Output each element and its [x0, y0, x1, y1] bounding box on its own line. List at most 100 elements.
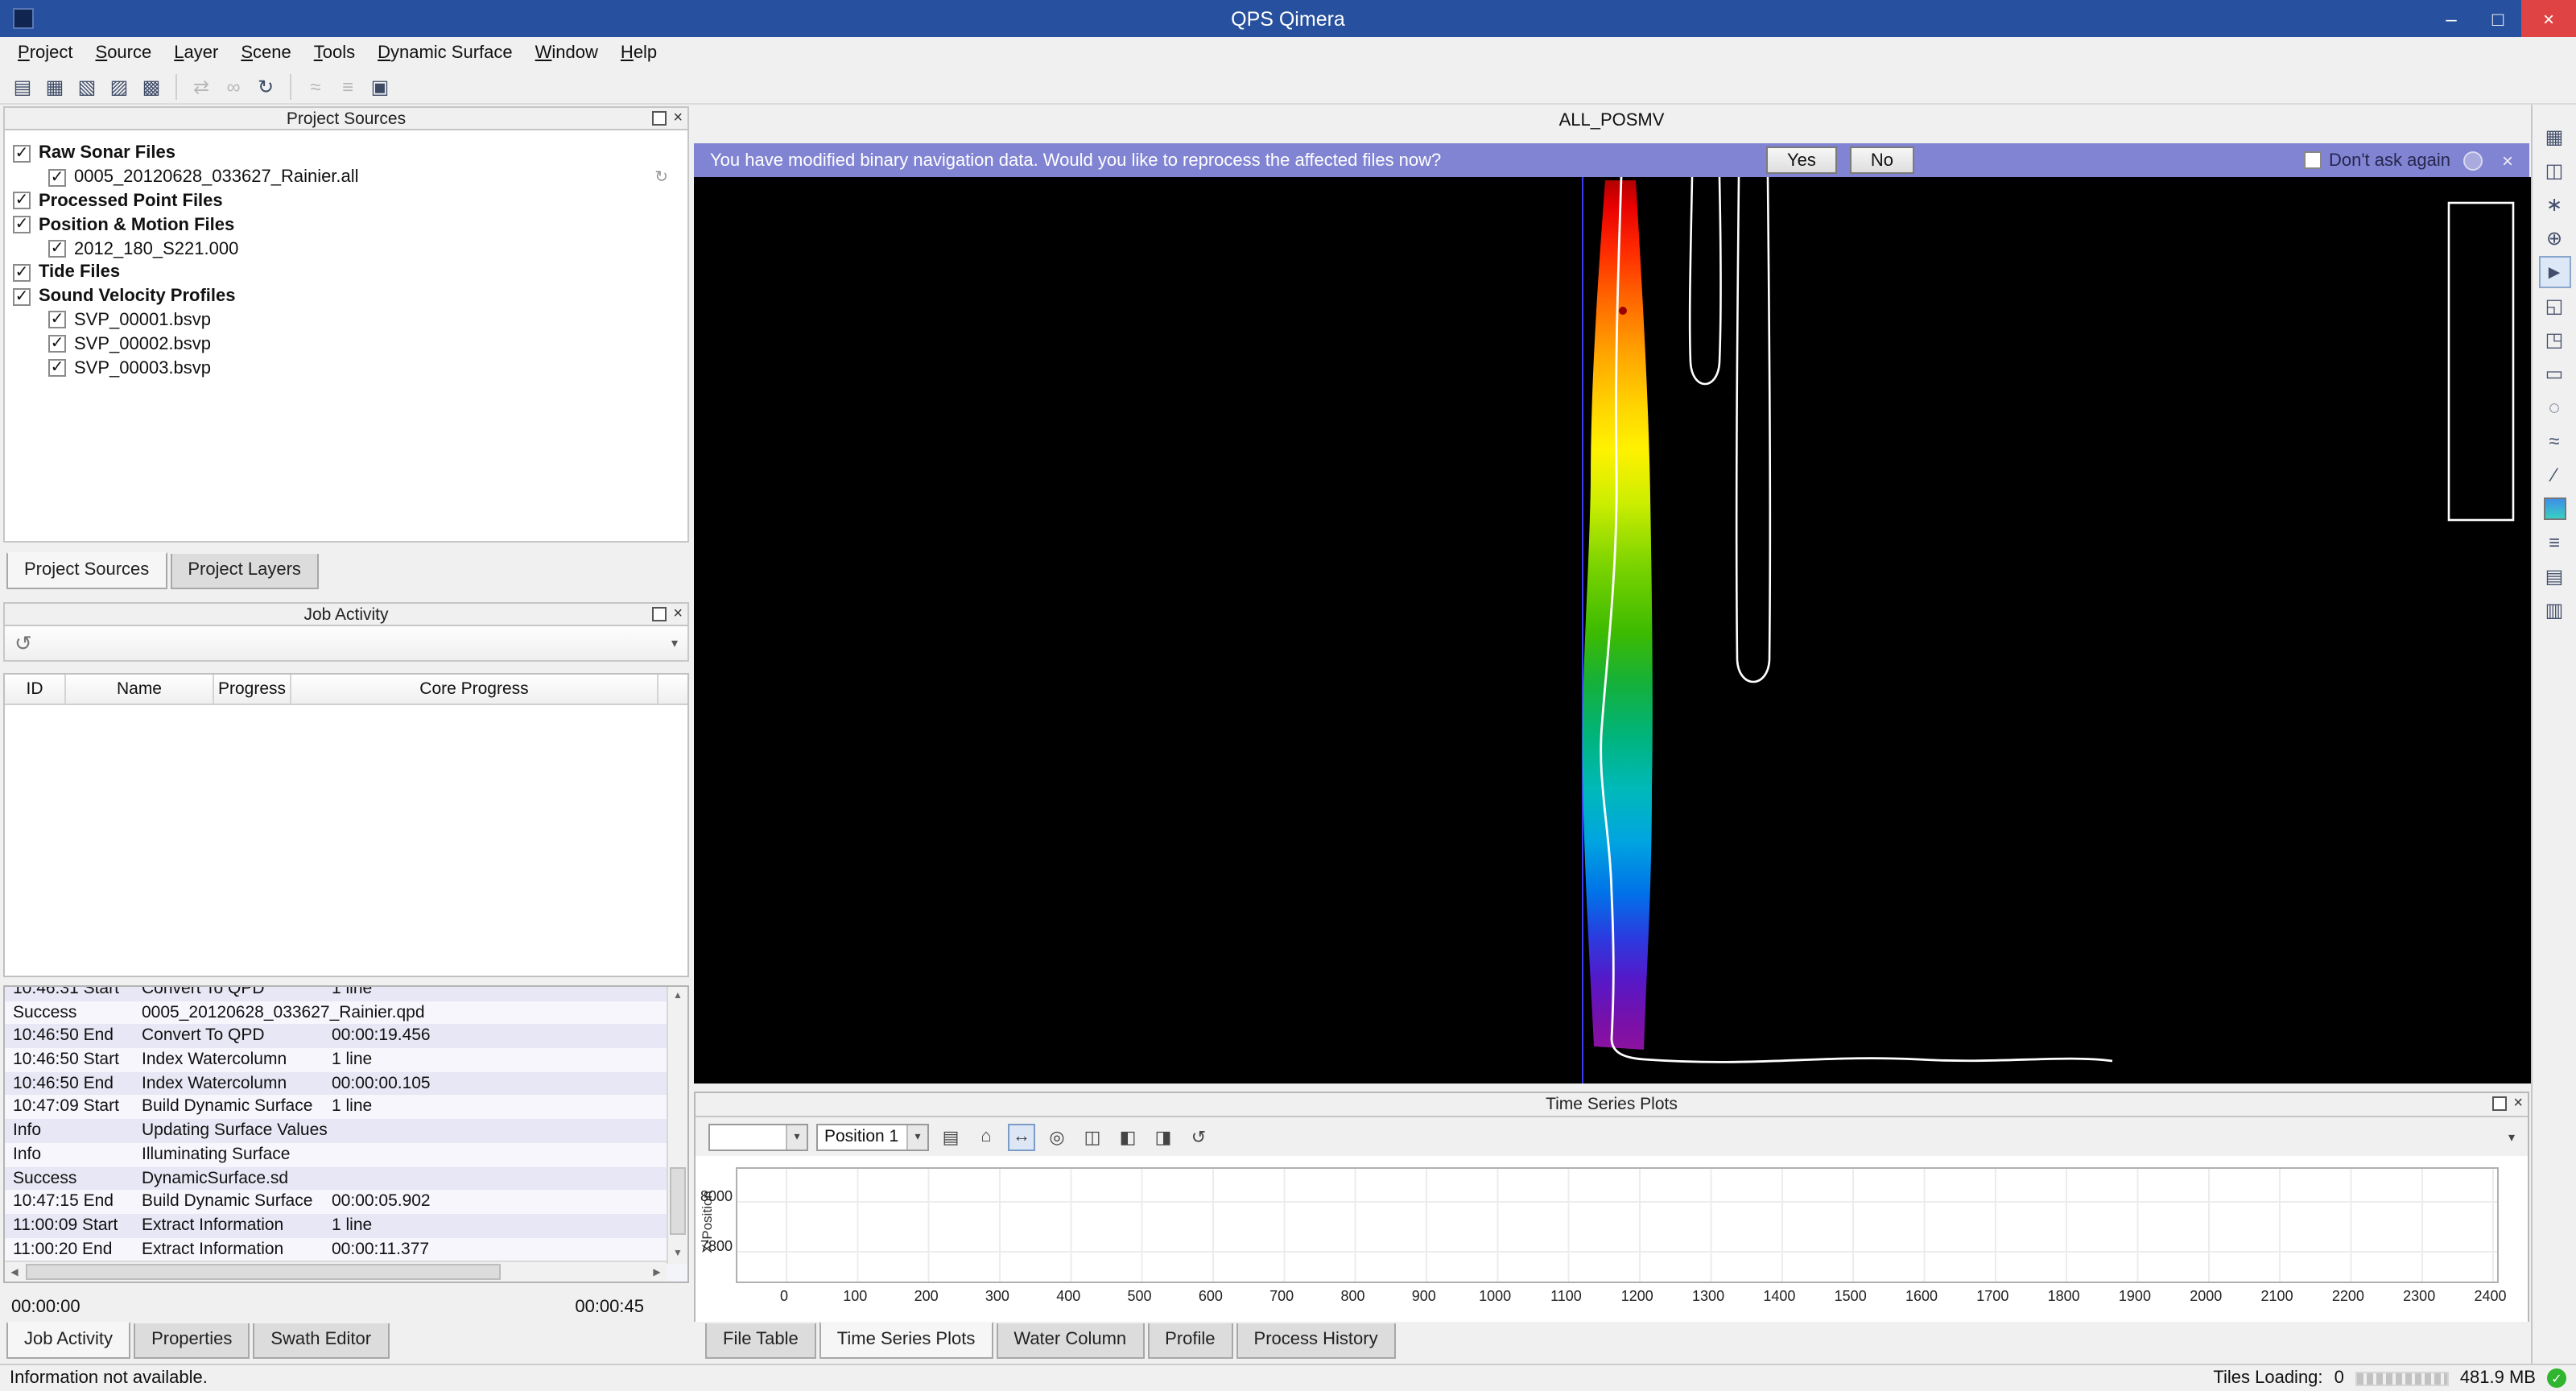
scroll-left-icon[interactable]: ◀: [5, 1262, 24, 1282]
plot-home-icon[interactable]: ⌂: [972, 1123, 1000, 1150]
tree-item-sound-velocity-profiles[interactable]: ✓ Sound Velocity Profiles: [5, 285, 687, 309]
scroll-down-icon[interactable]: ▼: [668, 1244, 687, 1264]
column-header-progress[interactable]: Progress: [214, 675, 291, 704]
banner-options-icon[interactable]: [2463, 151, 2483, 170]
checkbox-icon[interactable]: ✓: [48, 240, 66, 258]
log-row[interactable]: 10:46:50 Start Index Watercolumn 1 line: [5, 1048, 667, 1071]
process-icon[interactable]: ▣: [365, 72, 394, 101]
plot-undo-icon[interactable]: ↺: [1185, 1123, 1212, 1150]
tab-time-series-plots[interactable]: Time Series Plots: [819, 1322, 993, 1359]
tree-item-svp-file[interactable]: ✓ SVP_00002.bsvp: [5, 332, 687, 357]
close-panel-icon[interactable]: ×: [673, 111, 683, 126]
tree-item-svp-file[interactable]: ✓ SVP_00003.bsvp: [5, 356, 687, 380]
contour-icon[interactable]: ▤: [2538, 560, 2570, 592]
yes-button[interactable]: Yes: [1766, 147, 1837, 174]
plot-save-icon[interactable]: ▤: [937, 1123, 964, 1150]
menu-item[interactable]: Project: [6, 37, 85, 69]
view-layout-icon[interactable]: ▦: [2538, 121, 2570, 153]
menu-item[interactable]: Window: [524, 37, 609, 69]
dont-ask-checkbox[interactable]: [2303, 151, 2321, 169]
tree-item-svp-file[interactable]: ✓ SVP_00001.bsvp: [5, 308, 687, 332]
banner-close-icon[interactable]: ×: [2502, 149, 2513, 171]
menu-item[interactable]: Tools: [303, 37, 366, 69]
zoom-window-icon[interactable]: ◱: [2538, 290, 2570, 322]
center-view-icon[interactable]: ⊕: [2538, 222, 2570, 254]
clear-jobs-icon[interactable]: ↺: [14, 630, 32, 656]
log-horizontal-scrollbar[interactable]: ◀ ▶: [5, 1261, 667, 1282]
column-header-name[interactable]: Name: [66, 675, 214, 704]
tab-water-column[interactable]: Water Column: [996, 1323, 1144, 1359]
close-panel-icon[interactable]: ×: [2513, 1096, 2523, 1111]
column-header-core-progress[interactable]: Core Progress: [291, 675, 658, 704]
column-header-id[interactable]: ID: [5, 675, 66, 704]
settings-icon[interactable]: ≡: [333, 72, 362, 101]
tree-item-tide-files[interactable]: ✓ Tide Files: [5, 261, 687, 285]
log-row[interactable]: Success 0005_20120628_033627_Rainier.qpd: [5, 1001, 667, 1024]
menu-item[interactable]: Dynamic Surface: [366, 37, 524, 69]
scrollbar-thumb[interactable]: [670, 1167, 686, 1235]
tree-item-position-file[interactable]: ✓ 2012_180_S221.000: [5, 237, 687, 261]
checkbox-icon[interactable]: ✓: [48, 168, 66, 186]
close-button[interactable]: ×: [2521, 0, 2576, 37]
float-panel-icon[interactable]: [652, 607, 667, 621]
plot-fit-y-icon[interactable]: ◧: [1114, 1123, 1141, 1150]
plot-area[interactable]: [736, 1167, 2499, 1283]
import-source-icon[interactable]: ▨: [105, 72, 134, 101]
log-row[interactable]: 11:00:20 End Extract Information 00:00:1…: [5, 1237, 667, 1261]
tree-item-processed-point-files[interactable]: ✓ Processed Point Files: [5, 189, 687, 213]
tab-swath-editor[interactable]: Swath Editor: [253, 1323, 389, 1359]
export-icon[interactable]: ▩: [137, 72, 166, 101]
filter-icon[interactable]: ≈: [301, 72, 330, 101]
scroll-right-icon[interactable]: ▶: [647, 1262, 667, 1282]
plot-fit-all-icon[interactable]: ◨: [1150, 1123, 1177, 1150]
split-view-icon[interactable]: ◫: [2538, 155, 2570, 187]
plot-pan-icon[interactable]: ↔: [1008, 1123, 1035, 1150]
plot-options-dropdown-icon[interactable]: ▾: [2508, 1129, 2515, 1144]
tab-project-layers[interactable]: Project Layers: [170, 554, 319, 589]
no-button[interactable]: No: [1850, 147, 1914, 174]
log-row[interactable]: Info Illuminating Surface: [5, 1143, 667, 1166]
menu-item[interactable]: Source: [85, 37, 163, 69]
checkbox-icon[interactable]: ✓: [48, 336, 66, 353]
profile-tool-icon[interactable]: ≈: [2538, 425, 2570, 457]
new-project-icon[interactable]: ▤: [8, 72, 37, 101]
layers-icon[interactable]: ≡: [2538, 526, 2570, 559]
lasso-select-icon[interactable]: ◌: [2538, 391, 2570, 423]
log-row[interactable]: 10:46:50 End Convert To QPD 00:00:19.456: [5, 1025, 667, 1048]
log-row[interactable]: Success DynamicSurface.sd: [5, 1166, 667, 1190]
menu-item[interactable]: Help: [609, 37, 668, 69]
save-project-icon[interactable]: ▧: [72, 72, 101, 101]
checkbox-icon[interactable]: ✓: [13, 145, 31, 163]
tree-item-raw-sonar-file[interactable]: ✓ 0005_20120628_033627_Rainier.all ↻: [5, 166, 687, 190]
unlink-files-icon[interactable]: ∞: [219, 72, 248, 101]
reprocess-icon[interactable]: ↻: [251, 72, 280, 101]
checkbox-icon[interactable]: ✓: [13, 217, 31, 234]
tree-item-position-motion-files[interactable]: ✓ Position & Motion Files: [5, 213, 687, 237]
checkbox-icon[interactable]: ✓: [13, 264, 31, 282]
link-files-icon[interactable]: ⇄: [187, 72, 216, 101]
checkbox-icon[interactable]: ✓: [13, 287, 31, 305]
checkbox-icon[interactable]: ✓: [48, 312, 66, 329]
map-scene[interactable]: [694, 177, 2531, 1083]
tab-process-history[interactable]: Process History: [1236, 1323, 1396, 1359]
zoom-extents-icon[interactable]: ◳: [2538, 324, 2570, 356]
reset-view-icon[interactable]: ∗: [2538, 188, 2570, 221]
float-panel-icon[interactable]: [652, 111, 667, 126]
color-map-icon[interactable]: [2538, 493, 2570, 525]
minimize-button[interactable]: –: [2428, 0, 2475, 37]
scrollbar-thumb[interactable]: [26, 1264, 501, 1280]
log-row[interactable]: 10:46:50 End Index Watercolumn 00:00:00.…: [5, 1072, 667, 1096]
tab-file-table[interactable]: File Table: [705, 1323, 816, 1359]
tab-project-sources[interactable]: Project Sources: [6, 552, 167, 589]
swath-tool-icon[interactable]: ▥: [2538, 594, 2570, 626]
scroll-up-icon[interactable]: ▲: [668, 987, 687, 1006]
menu-item[interactable]: Layer: [163, 37, 229, 69]
rectangle-select-icon[interactable]: ▭: [2538, 357, 2570, 390]
plot-zoom-icon[interactable]: ◎: [1043, 1123, 1071, 1150]
checkbox-icon[interactable]: ✓: [48, 359, 66, 377]
float-panel-icon[interactable]: [2492, 1096, 2507, 1111]
close-panel-icon[interactable]: ×: [673, 607, 683, 621]
select-tool-icon[interactable]: ►: [2538, 256, 2570, 288]
log-vertical-scrollbar[interactable]: ▲ ▼: [667, 987, 687, 1264]
log-row[interactable]: 10:46:31 Start Convert To QPD 1 line: [5, 985, 667, 1001]
